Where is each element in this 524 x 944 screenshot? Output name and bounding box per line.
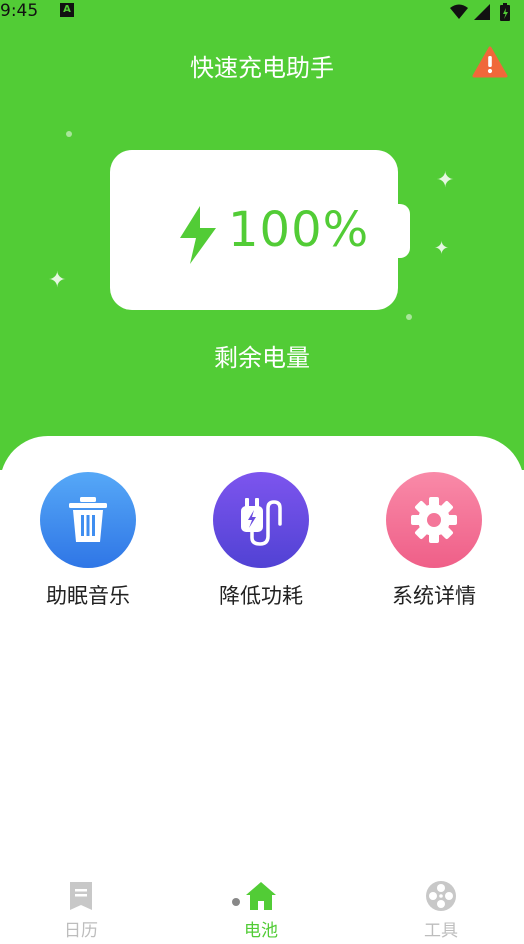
sparkle-dot [66, 131, 72, 137]
nav-item-calendar[interactable]: 日历 [31, 878, 131, 941]
battery-status-icon [500, 3, 510, 21]
tool-circle [40, 472, 136, 568]
warning-icon[interactable] [472, 46, 508, 78]
nav-item-battery[interactable]: 电池 [211, 878, 311, 941]
lightning-icon [176, 206, 220, 264]
battery-cap [394, 204, 410, 258]
battery-percent: 100% [228, 202, 370, 258]
battery-caption: 剩余电量 [214, 344, 310, 372]
nav-label: 日历 [64, 921, 98, 941]
tool-label: 助眠音乐 [46, 584, 130, 608]
home-icon [246, 882, 276, 910]
sparkle-icon: ✦ [434, 238, 450, 259]
status-time: 9:45 [0, 1, 39, 21]
wifi-icon [450, 4, 468, 19]
sparkle-icon: ✦ [48, 268, 67, 293]
tool-label: 系统详情 [392, 584, 476, 608]
tool-sleep-music[interactable]: 助眠音乐 [13, 472, 163, 610]
signal-icon [474, 4, 490, 20]
tool-label: 降低功耗 [219, 584, 303, 608]
status-bar: 9:45 A [0, 0, 524, 24]
nav-item-tools[interactable]: 工具 [391, 878, 491, 941]
status-icons [448, 2, 524, 26]
trash-icon [69, 497, 107, 542]
notification-badge: A [60, 3, 74, 17]
plug-icon [241, 498, 282, 546]
gear-icon [411, 497, 457, 543]
sparkle-dot [406, 314, 412, 320]
tool-circle [386, 472, 482, 568]
film-reel-icon [426, 881, 456, 911]
tool-system-details[interactable]: 系统详情 [359, 472, 509, 610]
page-title: 快速充电助手 [190, 54, 334, 82]
battery-graphic: 100% [110, 150, 398, 310]
tool-circle [213, 472, 309, 568]
nav-label: 电池 [244, 921, 278, 941]
calendar-icon [70, 882, 92, 910]
nav-label: 工具 [424, 921, 458, 941]
sparkle-icon: ✦ [436, 168, 455, 193]
tool-reduce-power[interactable]: 降低功耗 [186, 472, 336, 610]
